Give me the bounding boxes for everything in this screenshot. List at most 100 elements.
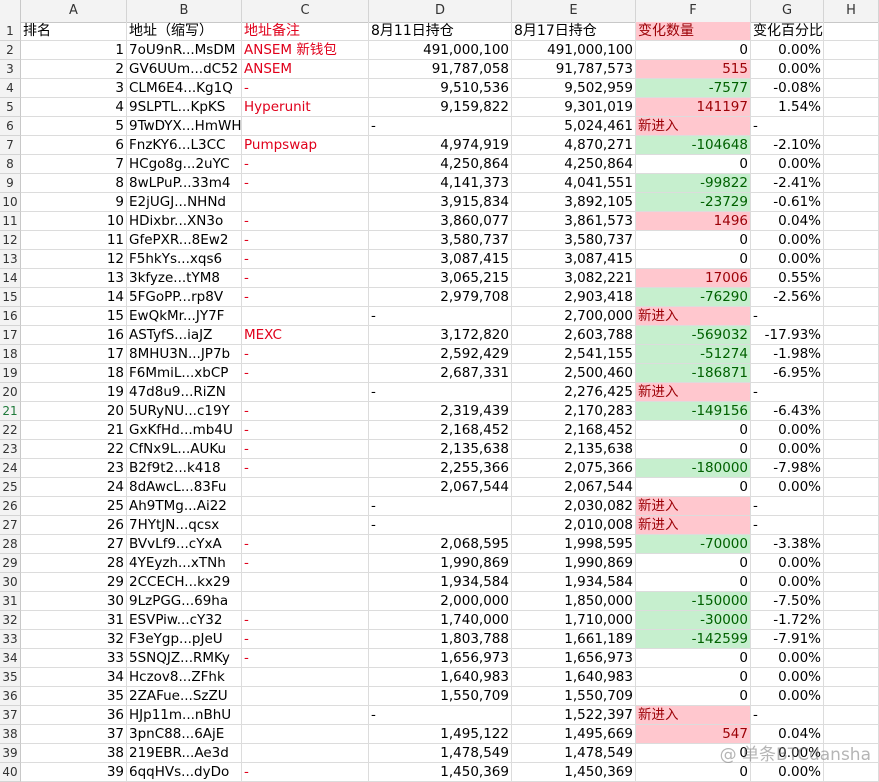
- cell-change[interactable]: -142599: [636, 630, 751, 649]
- cell-rank[interactable]: 38: [21, 744, 127, 763]
- cell-change[interactable]: -99822: [636, 174, 751, 193]
- row-number[interactable]: 18: [0, 345, 21, 364]
- cell-change[interactable]: -30000: [636, 611, 751, 630]
- cell-address[interactable]: 8MHU3N...JP7b: [127, 345, 242, 364]
- cell-aug17[interactable]: 1,998,595: [512, 535, 636, 554]
- column-header-e[interactable]: E: [512, 0, 636, 22]
- cell-rank[interactable]: 9: [21, 193, 127, 212]
- cell-percent[interactable]: 0.00%: [751, 41, 824, 60]
- cell-change[interactable]: -186871: [636, 364, 751, 383]
- cell-address-note[interactable]: -: [242, 345, 369, 364]
- row-number[interactable]: 28: [0, 535, 21, 554]
- cell-address-note[interactable]: -: [242, 554, 369, 573]
- row-number[interactable]: 21: [0, 402, 21, 421]
- header-percent[interactable]: 变化百分比: [751, 22, 824, 41]
- cell-aug11[interactable]: 1,740,000: [369, 611, 512, 630]
- row-number[interactable]: 13: [0, 250, 21, 269]
- empty-cell[interactable]: [824, 288, 879, 307]
- cell-address-note[interactable]: ANSEM: [242, 60, 369, 79]
- empty-cell[interactable]: [824, 193, 879, 212]
- cell-percent[interactable]: -7.91%: [751, 630, 824, 649]
- cell-address[interactable]: E2jUGJ...NHNd: [127, 193, 242, 212]
- cell-change[interactable]: -76290: [636, 288, 751, 307]
- cell-aug11[interactable]: 1,656,973: [369, 649, 512, 668]
- row-number[interactable]: 26: [0, 497, 21, 516]
- row-number[interactable]: 10: [0, 193, 21, 212]
- header-rank[interactable]: 排名: [21, 22, 127, 41]
- row-number[interactable]: 8: [0, 155, 21, 174]
- row-number[interactable]: 39: [0, 744, 21, 763]
- cell-address[interactable]: HDixbr...XN3o: [127, 212, 242, 231]
- cell-aug17[interactable]: 2,010,008: [512, 516, 636, 535]
- empty-cell[interactable]: [824, 60, 879, 79]
- row-number[interactable]: 24: [0, 459, 21, 478]
- empty-cell[interactable]: [824, 554, 879, 573]
- cell-address[interactable]: FnzKY6...L3CC: [127, 136, 242, 155]
- cell-aug17[interactable]: 2,067,544: [512, 478, 636, 497]
- cell-aug11[interactable]: 2,592,429: [369, 345, 512, 364]
- cell-percent[interactable]: -17.93%: [751, 326, 824, 345]
- cell-aug17[interactable]: 2,700,000: [512, 307, 636, 326]
- cell-change[interactable]: 0: [636, 250, 751, 269]
- cell-change[interactable]: -150000: [636, 592, 751, 611]
- cell-change[interactable]: 新进入: [636, 516, 751, 535]
- cell-change[interactable]: 515: [636, 60, 751, 79]
- cell-aug11[interactable]: 2,319,439: [369, 402, 512, 421]
- cell-change[interactable]: 新进入: [636, 706, 751, 725]
- column-header-h[interactable]: H: [824, 0, 879, 22]
- cell-address[interactable]: ASTyfS...iaJZ: [127, 326, 242, 345]
- cell-address[interactable]: B2f9t2...k418: [127, 459, 242, 478]
- empty-cell[interactable]: [824, 345, 879, 364]
- cell-address[interactable]: 9LzPGG...69ha: [127, 592, 242, 611]
- cell-rank[interactable]: 34: [21, 668, 127, 687]
- cell-aug17[interactable]: 5,024,461: [512, 117, 636, 136]
- cell-percent[interactable]: 0.55%: [751, 269, 824, 288]
- cell-aug11[interactable]: 2,068,595: [369, 535, 512, 554]
- cell-address-note[interactable]: -: [242, 79, 369, 98]
- empty-cell[interactable]: [824, 326, 879, 345]
- row-number[interactable]: 36: [0, 687, 21, 706]
- cell-aug11[interactable]: 2,979,708: [369, 288, 512, 307]
- cell-percent[interactable]: -: [751, 117, 824, 136]
- row-number[interactable]: 33: [0, 630, 21, 649]
- cell-address[interactable]: 9SLPTL...KpKS: [127, 98, 242, 117]
- cell-address-note[interactable]: [242, 478, 369, 497]
- cell-percent[interactable]: -3.38%: [751, 535, 824, 554]
- empty-cell[interactable]: [824, 573, 879, 592]
- cell-aug17[interactable]: 4,870,271: [512, 136, 636, 155]
- cell-aug17[interactable]: 2,170,283: [512, 402, 636, 421]
- cell-percent[interactable]: 0.00%: [751, 440, 824, 459]
- cell-aug17[interactable]: 2,168,452: [512, 421, 636, 440]
- cell-address-note[interactable]: -: [242, 231, 369, 250]
- row-number[interactable]: 17: [0, 326, 21, 345]
- cell-address-note[interactable]: [242, 307, 369, 326]
- cell-aug17[interactable]: 2,276,425: [512, 383, 636, 402]
- row-number[interactable]: 11: [0, 212, 21, 231]
- column-header-d[interactable]: D: [369, 0, 512, 22]
- cell-address[interactable]: HCgo8g...2uYC: [127, 155, 242, 174]
- row-number[interactable]: 38: [0, 725, 21, 744]
- cell-change[interactable]: 0: [636, 573, 751, 592]
- cell-address[interactable]: EwQkMr...JY7F: [127, 307, 242, 326]
- cell-address[interactable]: 2CCECH...kx29: [127, 573, 242, 592]
- cell-rank[interactable]: 14: [21, 288, 127, 307]
- cell-rank[interactable]: 13: [21, 269, 127, 288]
- empty-cell[interactable]: [824, 79, 879, 98]
- row-number[interactable]: 25: [0, 478, 21, 497]
- row-number[interactable]: 22: [0, 421, 21, 440]
- cell-aug11[interactable]: 3,580,737: [369, 231, 512, 250]
- cell-address[interactable]: 8wLPuP...33m4: [127, 174, 242, 193]
- cell-aug11[interactable]: 1,495,122: [369, 725, 512, 744]
- empty-cell[interactable]: [824, 402, 879, 421]
- cell-percent[interactable]: -0.61%: [751, 193, 824, 212]
- empty-cell[interactable]: [824, 250, 879, 269]
- cell-aug11[interactable]: 4,141,373: [369, 174, 512, 193]
- cell-percent[interactable]: 0.00%: [751, 687, 824, 706]
- empty-cell[interactable]: [824, 763, 879, 782]
- cell-change[interactable]: -70000: [636, 535, 751, 554]
- cell-address-note[interactable]: -: [242, 364, 369, 383]
- cell-aug17[interactable]: 1,661,189: [512, 630, 636, 649]
- cell-aug17[interactable]: 1,640,983: [512, 668, 636, 687]
- cell-address-note[interactable]: [242, 706, 369, 725]
- cell-rank[interactable]: 35: [21, 687, 127, 706]
